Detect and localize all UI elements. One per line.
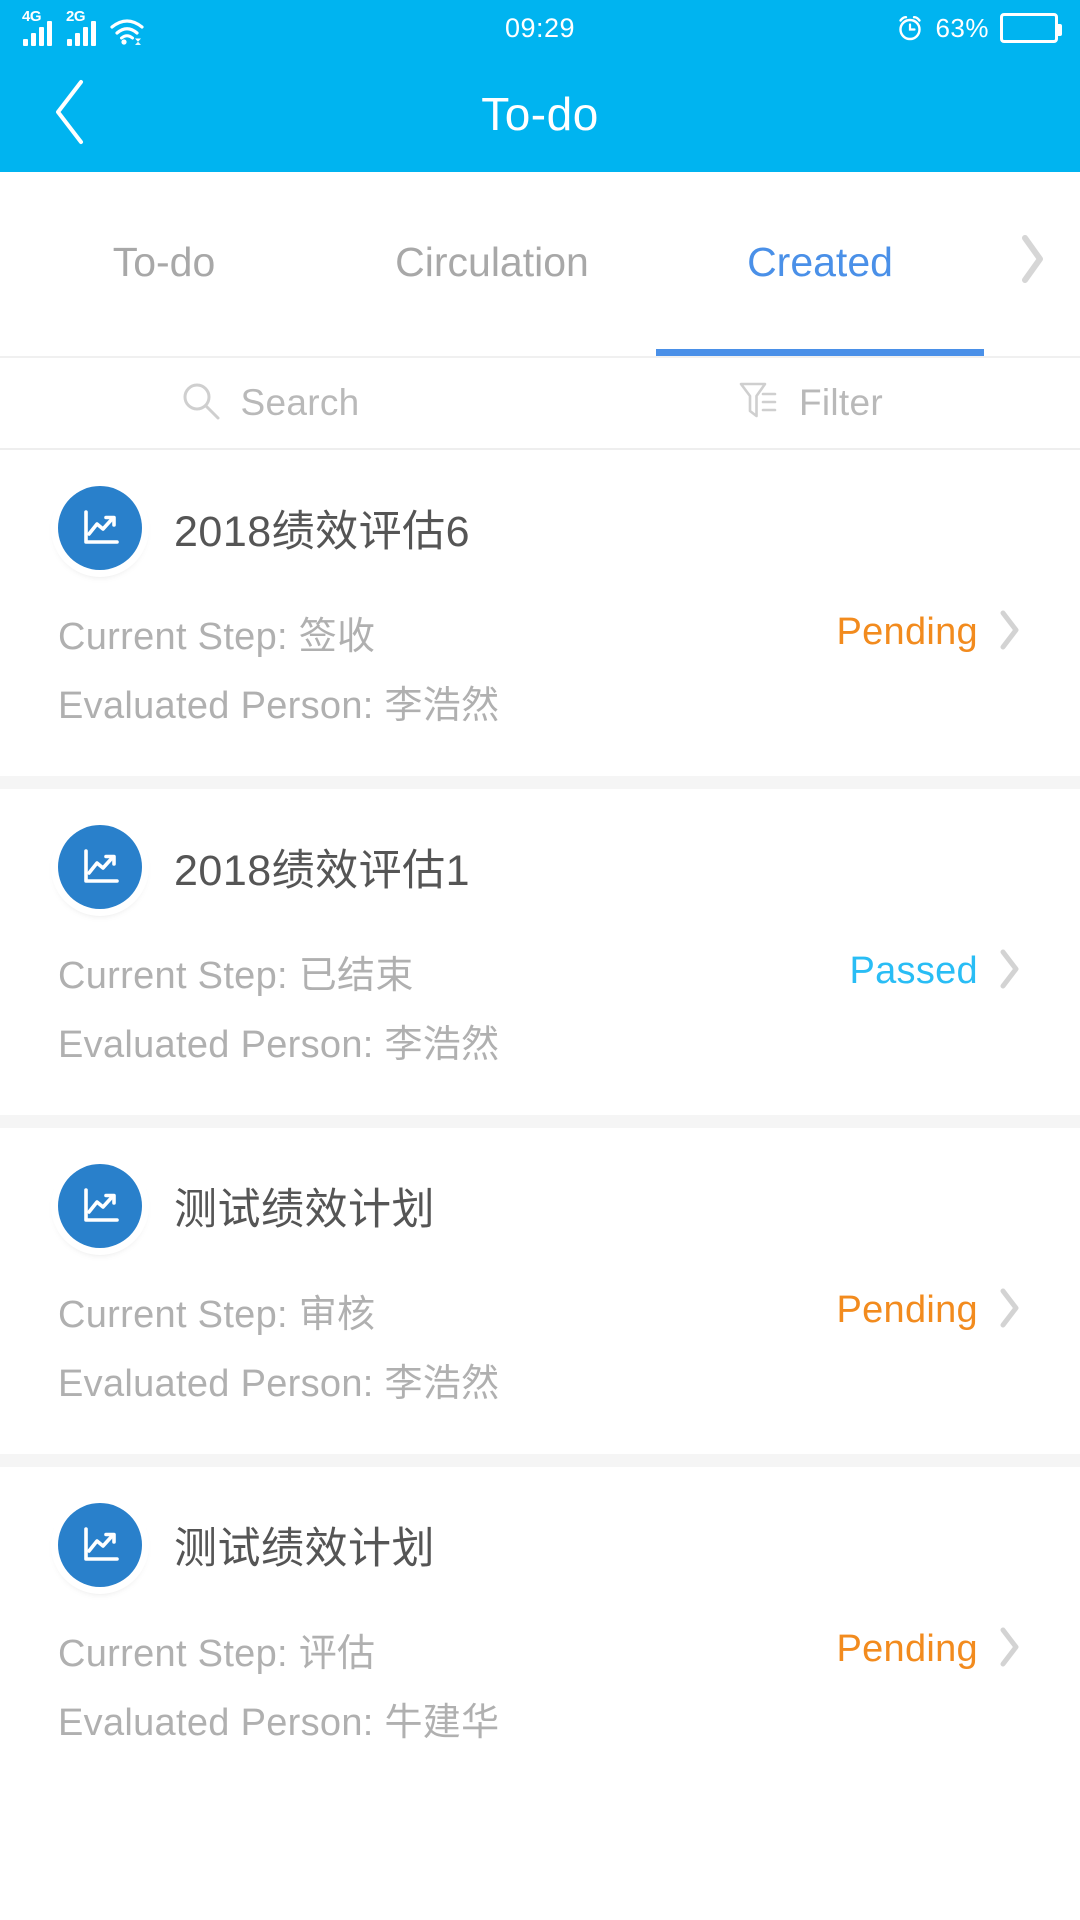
status-badge: Passed <box>849 950 978 992</box>
list-item-title: 2018绩效评估6 <box>174 508 471 556</box>
list-item-title: 测试绩效计划 <box>174 1525 435 1573</box>
filter-icon <box>737 378 781 429</box>
current-step-row: Current Step: 已结束 Passed <box>58 937 1022 1006</box>
status-bar: 4G 2G 09:29 63% <box>0 0 1080 56</box>
status-badge: Pending <box>836 1628 978 1670</box>
current-step-row: Current Step: 签收 Pending <box>58 598 1022 667</box>
table-row[interactable]: 2018绩效评估6 Current Step: 签收 Pending Evaluat… <box>0 450 1080 776</box>
evaluated-person-row: Evaluated Person: 李浩然 <box>58 667 1022 736</box>
list-item-header: 测试绩效计划 <box>58 1164 1022 1248</box>
evaluated-person-text: Evaluated Person: 李浩然 <box>58 1363 500 1405</box>
search-input[interactable]: Search <box>0 358 540 448</box>
chevron-right-icon[interactable] <box>996 1286 1022 1335</box>
battery-percent-label: 63% <box>935 12 989 43</box>
status-bar-right: 63% <box>896 12 1062 44</box>
current-step-text: Current Step: 签收 <box>58 616 376 658</box>
tab-todo[interactable]: To-do <box>0 172 328 356</box>
chevron-right-icon <box>1017 233 1047 290</box>
line-chart-icon <box>58 1503 142 1587</box>
list-separator <box>0 1115 1080 1128</box>
line-chart-icon <box>58 825 142 909</box>
line-chart-icon <box>58 1164 142 1248</box>
list-item-header: 2018绩效评估6 <box>58 486 1022 570</box>
status-area[interactable]: Pending <box>836 1625 1022 1674</box>
search-icon <box>180 380 222 427</box>
tab-circulation-label: Circulation <box>395 238 589 285</box>
current-step-text: Current Step: 审核 <box>58 1294 376 1336</box>
tab-circulation[interactable]: Circulation <box>328 172 656 356</box>
current-step-text: Current Step: 已结束 <box>58 955 414 997</box>
tab-bar: To-do Circulation Created <box>0 172 1080 358</box>
table-row[interactable]: 测试绩效计划 Current Step: 评估 Pending Evaluated … <box>0 1467 1080 1793</box>
list-item-title: 测试绩效计划 <box>174 1186 435 1234</box>
evaluated-person-text: Evaluated Person: 李浩然 <box>58 685 500 727</box>
battery-icon <box>1000 13 1062 43</box>
filter-label: Filter <box>798 382 884 423</box>
list-item-header: 测试绩效计划 <box>58 1503 1022 1587</box>
current-step-row: Current Step: 评估 Pending <box>58 1615 1022 1684</box>
line-chart-icon <box>58 486 142 570</box>
list-item-title: 2018绩效评估1 <box>174 847 471 895</box>
app-header: To-do <box>0 56 1080 172</box>
list-item-header: 2018绩效评估1 <box>58 825 1022 909</box>
chevron-right-icon[interactable] <box>996 608 1022 657</box>
evaluated-person-text: Evaluated Person: 李浩然 <box>58 1024 500 1066</box>
search-placeholder: Search <box>240 382 360 423</box>
tab-created-label: Created <box>747 238 893 285</box>
back-button[interactable] <box>30 74 110 154</box>
tab-todo-label: To-do <box>112 238 216 285</box>
table-row[interactable]: 测试绩效计划 Current Step: 审核 Pending Evaluated … <box>0 1128 1080 1454</box>
table-row[interactable]: 2018绩效评估1 Current Step: 已结束 Passed Evaluat… <box>0 789 1080 1115</box>
current-step-text: Current Step: 评估 <box>58 1633 376 1675</box>
chevron-left-icon <box>48 76 92 153</box>
status-area[interactable]: Passed <box>849 947 1022 996</box>
tabs-more-button[interactable] <box>984 233 1080 296</box>
status-area[interactable]: Pending <box>836 1286 1022 1335</box>
list-separator <box>0 776 1080 789</box>
evaluated-person-text: Evaluated Person: 牛建华 <box>58 1702 500 1744</box>
chevron-right-icon[interactable] <box>996 947 1022 996</box>
page-title: To-do <box>481 88 599 140</box>
task-list: 2018绩效评估6 Current Step: 签收 Pending Evaluat… <box>0 450 1080 1793</box>
evaluated-person-row: Evaluated Person: 李浩然 <box>58 1006 1022 1075</box>
chevron-right-icon[interactable] <box>996 1625 1022 1674</box>
status-area[interactable]: Pending <box>836 608 1022 657</box>
alarm-icon <box>896 14 924 42</box>
filter-button[interactable]: Filter <box>540 358 1080 448</box>
status-badge: Pending <box>836 1289 978 1331</box>
evaluated-person-row: Evaluated Person: 李浩然 <box>58 1345 1022 1414</box>
tab-created[interactable]: Created <box>656 172 984 356</box>
app-screen: 4G 2G 09:29 63% To-do To-do Circulation … <box>0 0 1080 1920</box>
current-step-row: Current Step: 审核 Pending <box>58 1276 1022 1345</box>
list-separator <box>0 1454 1080 1467</box>
search-filter-bar: Search Filter <box>0 358 1080 450</box>
status-badge: Pending <box>836 611 978 653</box>
evaluated-person-row: Evaluated Person: 牛建华 <box>58 1684 1022 1753</box>
